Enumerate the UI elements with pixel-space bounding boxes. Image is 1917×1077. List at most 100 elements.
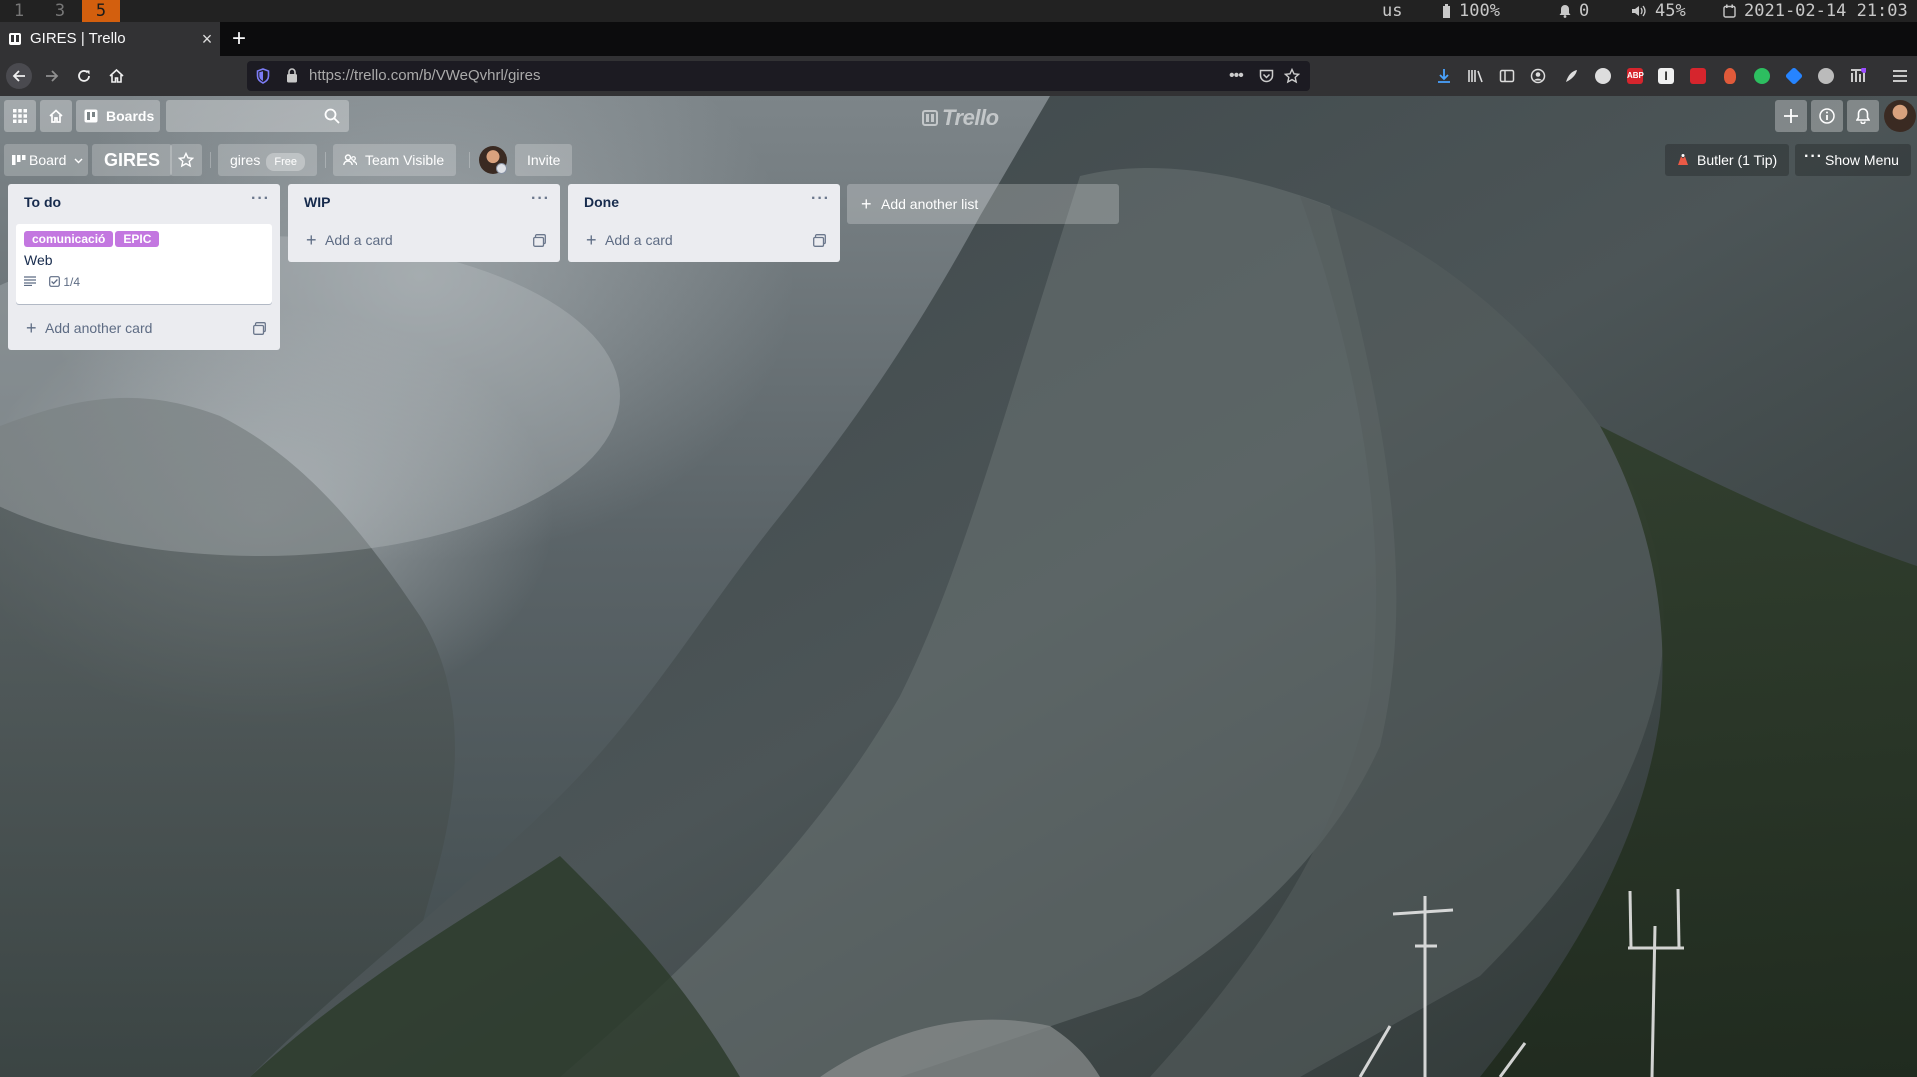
- boards-button[interactable]: Boards: [76, 100, 160, 132]
- url-path: /b/VWeQvhrl/gires: [419, 67, 541, 84]
- browser-tab-bar: GIRES | Trello × +: [0, 22, 1917, 56]
- add-card-button[interactable]: + Add a card: [568, 224, 840, 262]
- add-list-button[interactable]: + Add another list: [847, 184, 1119, 224]
- user-avatar[interactable]: [1884, 100, 1916, 132]
- reload-button[interactable]: [72, 64, 96, 88]
- hamburger-menu-icon[interactable]: [1892, 69, 1908, 83]
- card-template-icon[interactable]: [533, 234, 546, 247]
- trello-favicon-icon: [9, 33, 21, 45]
- card-web[interactable]: comunicació EPIC Web 1/4: [16, 224, 272, 304]
- invite-button[interactable]: Invite: [515, 144, 573, 176]
- checklist-count: 1/4: [63, 274, 81, 289]
- ext-fox-icon[interactable]: [1724, 68, 1736, 84]
- visibility-button[interactable]: Team Visible: [333, 144, 457, 176]
- tab-close-icon[interactable]: ×: [198, 22, 216, 56]
- ext-check-icon[interactable]: [1818, 68, 1834, 84]
- url-bar[interactable]: https://trello.com/b/VWeQvhrl/gires •••: [247, 61, 1310, 91]
- board-view-switcher[interactable]: Board: [4, 144, 88, 176]
- create-button[interactable]: [1775, 100, 1807, 132]
- search-icon[interactable]: [324, 108, 340, 124]
- tab-gires-trello[interactable]: GIRES | Trello ×: [0, 22, 220, 56]
- home-nav-button[interactable]: [40, 100, 72, 132]
- list-title[interactable]: To do: [24, 194, 61, 210]
- tracking-shield-icon[interactable]: [256, 68, 270, 84]
- ext-bars-icon[interactable]: [1850, 67, 1867, 84]
- ext-evernote-icon[interactable]: [1754, 68, 1770, 84]
- ext-jira-icon[interactable]: [1784, 66, 1804, 86]
- trello-top-header: Boards Trello: [0, 96, 1917, 136]
- list-header[interactable]: WIP ···: [288, 184, 560, 224]
- battery-status: 100%: [1442, 0, 1500, 22]
- library-icon[interactable]: [1467, 68, 1485, 84]
- info-button[interactable]: [1811, 100, 1843, 132]
- list-menu-icon[interactable]: ···: [531, 190, 550, 208]
- list-menu-icon[interactable]: ···: [811, 190, 830, 208]
- board-title[interactable]: GIRES: [92, 144, 173, 176]
- trello-search-input[interactable]: [166, 100, 349, 132]
- star-board-button[interactable]: [170, 144, 202, 176]
- plus-icon: [1784, 109, 1798, 123]
- forward-arrow-icon: [46, 70, 59, 82]
- list-header[interactable]: To do ···: [8, 184, 280, 224]
- ext-feather-icon[interactable]: [1563, 68, 1579, 84]
- card-label[interactable]: EPIC: [115, 231, 160, 247]
- url-host: https://trello.com: [309, 67, 420, 84]
- ext-i-icon[interactable]: I: [1658, 68, 1674, 84]
- apps-grid-icon: [13, 109, 27, 123]
- card-template-icon[interactable]: [813, 234, 826, 247]
- show-menu-label: Show Menu: [1825, 152, 1899, 168]
- card-label[interactable]: comunicació: [24, 231, 114, 247]
- back-arrow-icon: [12, 70, 25, 82]
- page-actions-icon[interactable]: •••: [1229, 61, 1244, 91]
- apps-switcher-button[interactable]: [4, 100, 36, 132]
- workspace-1[interactable]: 1: [0, 0, 38, 22]
- new-tab-button[interactable]: +: [228, 22, 250, 56]
- notification-count: 0: [1579, 1, 1590, 21]
- description-icon: [24, 275, 36, 289]
- list-title[interactable]: Done: [584, 194, 619, 210]
- add-card-button[interactable]: + Add a card: [288, 224, 560, 262]
- list-menu-icon[interactable]: ···: [251, 190, 270, 208]
- chevron-down-icon: [74, 158, 83, 164]
- workspace-5[interactable]: 5: [82, 0, 120, 22]
- back-button[interactable]: [6, 63, 32, 89]
- team-visible-icon: [343, 154, 357, 166]
- board-view-icon: [12, 155, 26, 165]
- keyboard-layout: us: [1382, 1, 1403, 21]
- list-to-do: To do ··· comunicació EPIC Web 1/4 + Add …: [8, 184, 280, 350]
- trello-logo-icon: [922, 110, 938, 126]
- plus-icon: +: [861, 194, 872, 214]
- adblock-plus-icon[interactable]: ABP: [1627, 68, 1644, 84]
- home-button[interactable]: [104, 64, 128, 88]
- list-header[interactable]: Done ···: [568, 184, 840, 224]
- speaker-icon: [1632, 5, 1646, 17]
- pocket-icon[interactable]: [1259, 69, 1274, 83]
- header-divider: [325, 152, 326, 168]
- board-header: Board GIRES gires Free Team Visible Invit…: [0, 144, 1917, 176]
- notifications-button[interactable]: [1847, 100, 1879, 132]
- forward-button[interactable]: [40, 64, 64, 88]
- list-title[interactable]: WIP: [304, 194, 330, 210]
- show-menu-button[interactable]: ··· Show Menu: [1795, 144, 1911, 176]
- sidebar-icon[interactable]: [1499, 68, 1515, 84]
- admin-badge-icon: [496, 163, 507, 174]
- trello-logo[interactable]: Trello: [922, 105, 999, 131]
- bell-icon: [1855, 108, 1871, 125]
- add-card-button[interactable]: + Add another card: [8, 312, 280, 350]
- home-icon: [108, 68, 124, 83]
- url-text[interactable]: https://trello.com/b/VWeQvhrl/gires: [309, 61, 540, 91]
- team-button[interactable]: gires Free: [218, 144, 317, 176]
- account-icon[interactable]: [1530, 68, 1546, 84]
- lock-icon[interactable]: [286, 68, 298, 83]
- ext-lastpass-icon[interactable]: [1690, 68, 1706, 84]
- ext-globe-icon[interactable]: [1595, 68, 1611, 84]
- checklist-icon: [49, 275, 61, 287]
- checklist-badge: 1/4: [49, 275, 80, 289]
- workspace-3[interactable]: 3: [41, 0, 79, 22]
- card-template-icon[interactable]: [253, 322, 266, 335]
- downloads-icon[interactable]: [1436, 68, 1452, 84]
- datetime-text: 2021-02-14 21:03: [1744, 1, 1908, 21]
- bookmark-star-icon[interactable]: [1284, 68, 1300, 84]
- butler-button[interactable]: Butler (1 Tip): [1665, 144, 1790, 176]
- add-card-label: Add another card: [45, 320, 153, 336]
